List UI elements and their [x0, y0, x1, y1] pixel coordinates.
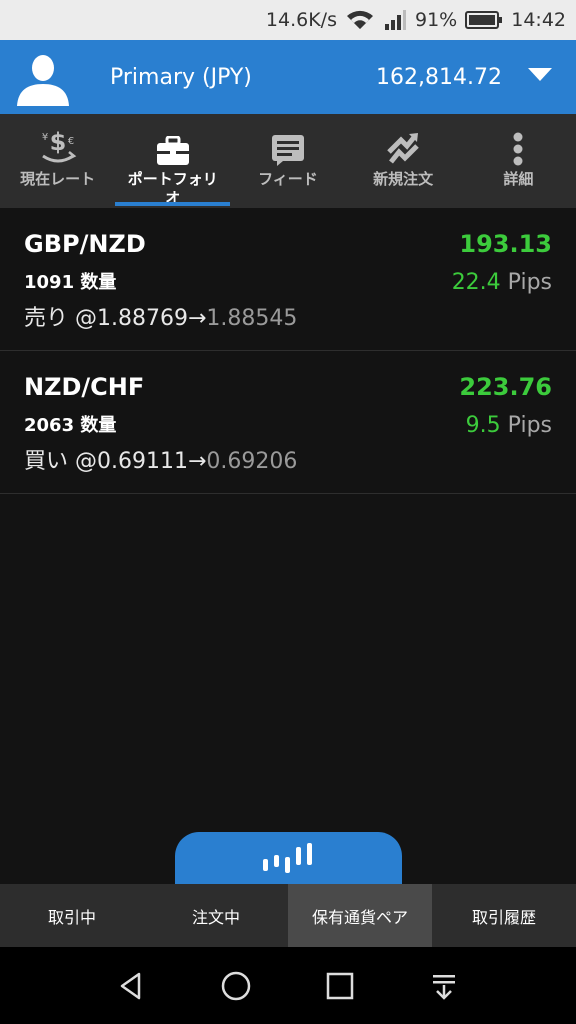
position-row[interactable]: GBP/NZD 1091 数量 売り @1.88769→1.88545 193.…	[0, 208, 576, 351]
tab-portfolio[interactable]: ポートフォリオ	[115, 114, 231, 208]
tab-label: 詳細	[503, 170, 534, 188]
current-rate: 0.69206	[206, 449, 298, 474]
tab-rates[interactable]: $ ¥ € 現在レート	[0, 114, 115, 208]
svg-text:$: $	[49, 128, 66, 156]
recents-icon[interactable]	[315, 961, 365, 1011]
position-pips: 9.5 Pips	[466, 413, 552, 438]
position-pips: 22.4 Pips	[452, 270, 552, 295]
battery-icon	[465, 10, 503, 30]
tab-trade-history[interactable]: 取引履歴	[432, 884, 576, 947]
position-profit: 193.13	[459, 230, 552, 258]
chart-icon	[262, 843, 312, 873]
navigation-bar	[0, 947, 576, 1024]
position-row[interactable]: NZD/CHF 2063 数量 買い @0.69111→0.69206 223.…	[0, 351, 576, 494]
trade-info: 買い @0.69111→0.69206	[24, 443, 297, 475]
wifi-icon	[345, 9, 375, 31]
home-icon[interactable]	[211, 961, 261, 1011]
position-quantity: 2063 数量	[24, 415, 117, 436]
signal-icon	[383, 9, 407, 31]
position-quantity: 1091 数量	[24, 272, 117, 293]
pips-unit: Pips	[507, 413, 552, 438]
net-speed: 14.6K/s	[265, 9, 337, 31]
account-dropdown-icon[interactable]	[528, 68, 552, 81]
tab-new-order[interactable]: 新規注文	[346, 114, 461, 208]
tab-open-orders[interactable]: 注文中	[144, 884, 288, 947]
svg-text:€: €	[67, 136, 73, 147]
svg-text:¥: ¥	[41, 132, 47, 143]
notification-shade-icon[interactable]	[419, 961, 469, 1011]
tab-holdings-pairs[interactable]: 保有通貨ペア	[288, 884, 432, 947]
new-order-icon	[385, 122, 421, 166]
account-balance: 162,814.72	[376, 64, 502, 90]
currency-pair: NZD/CHF	[24, 373, 145, 401]
positions-list: GBP/NZD 1091 数量 売り @1.88769→1.88545 193.…	[0, 208, 576, 494]
chart-button[interactable]	[175, 832, 402, 884]
tab-label: 新規注文	[373, 170, 434, 188]
bottom-tabs: 取引中 注文中 保有通貨ペア 取引履歴	[0, 884, 576, 947]
briefcase-icon	[156, 122, 190, 166]
account-name[interactable]: Primary (JPY)	[110, 65, 252, 90]
pips-value: 22.4	[451, 270, 501, 295]
tab-label: ポートフォリオ	[127, 170, 218, 207]
clock: 14:42	[511, 9, 566, 31]
tab-open-trades[interactable]: 取引中	[0, 884, 144, 947]
tab-label: フィード	[258, 170, 318, 188]
tab-label: 現在レート	[20, 170, 96, 188]
account-header[interactable]: Primary (JPY) 162,814.72	[0, 40, 576, 114]
main-tabs: $ ¥ € 現在レート ポートフォリオ フィード 新規注文 詳細	[0, 114, 576, 208]
tab-feed[interactable]: フィード	[230, 114, 345, 208]
feed-icon	[271, 122, 305, 166]
avatar-icon[interactable]	[14, 48, 72, 106]
trade-open: 売り @1.88769→	[24, 306, 207, 331]
pips-unit: Pips	[507, 270, 552, 295]
battery-level: 91%	[415, 9, 458, 31]
pips-value: 9.5	[465, 413, 501, 438]
tab-more[interactable]: 詳細	[461, 114, 576, 208]
status-bar: 14.6K/s 91% 14:42	[0, 0, 576, 40]
position-profit: 223.76	[459, 373, 552, 401]
back-icon[interactable]	[107, 961, 157, 1011]
currency-pair: GBP/NZD	[24, 230, 146, 258]
more-vertical-icon	[512, 122, 524, 166]
currency-exchange-icon: $ ¥ €	[38, 122, 78, 166]
trade-open: 買い @0.69111→	[24, 449, 207, 474]
trade-info: 売り @1.88769→1.88545	[24, 300, 297, 332]
current-rate: 1.88545	[206, 306, 298, 331]
